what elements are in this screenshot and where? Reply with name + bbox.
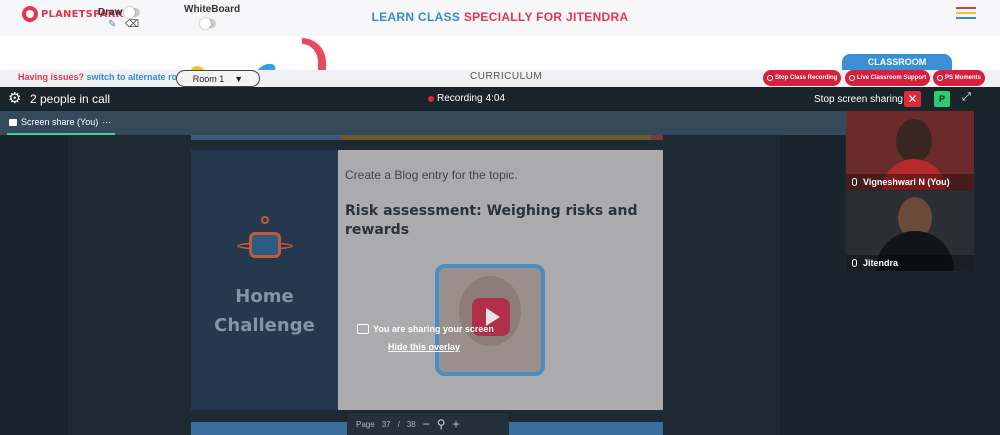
screen-share-tab[interactable]: Screen share (You) ··· [7, 111, 115, 135]
participant-video [896, 119, 932, 163]
decorative-banner: CLASSROOM [0, 36, 1000, 70]
participant-tile[interactable]: Vigneshwari N (You) [846, 111, 974, 190]
page-label: Page [356, 419, 375, 429]
screen-share-icon [357, 324, 369, 334]
slide-top-strip [191, 135, 663, 140]
stop-class-recording-button[interactable]: Stop Class Recording [763, 70, 842, 86]
zoom-out-button[interactable]: − [423, 417, 430, 431]
room-value: Room 1 [192, 73, 225, 84]
microphone-icon [852, 178, 857, 186]
page-controls: Page 37 / 38 − ⚲ + [347, 413, 509, 435]
fullscreen-icon[interactable]: ⤢ [962, 91, 971, 104]
curriculum-tab[interactable]: CURRICULUM [470, 71, 542, 82]
participants-panel-empty [845, 271, 1000, 435]
microphone-icon [852, 259, 857, 267]
zoom-icon[interactable]: ⚲ [437, 417, 446, 431]
slide-right-panel: Create a Blog entry for the topic. Risk … [338, 150, 663, 410]
page-current[interactable]: 37 [382, 420, 391, 429]
page-total: 38 [406, 419, 416, 429]
issues-text: Having issues? [18, 72, 85, 82]
participant-tile[interactable]: Jitendra [846, 191, 974, 271]
hamburger-menu-icon[interactable] [956, 7, 976, 22]
recording-dot-icon [428, 95, 434, 102]
video-thumbnail[interactable] [435, 264, 545, 376]
ps-moments-label: PS Moments [945, 75, 982, 81]
red-arc [302, 38, 326, 70]
classroom-tab[interactable]: CLASSROOM [842, 54, 952, 70]
room-select[interactable]: Room 1 ▼ [176, 70, 260, 87]
zoom-in-button[interactable]: + [453, 417, 460, 431]
recording-indicator: Recording 4:04 [428, 93, 505, 104]
call-toolbar: ⚙ 2 people in call Recording 4:04 Stop s… [0, 87, 1000, 111]
challenge-title: Challenge [214, 315, 315, 336]
sharing-overlay-message: You are sharing your screen [357, 324, 494, 334]
support-icon [849, 75, 855, 81]
robot-icon [237, 214, 293, 274]
title-part-1: LEARN CLASS [371, 10, 461, 24]
stop-sharing-close-button[interactable]: ✕ [904, 91, 921, 107]
shared-screen-stage: Home Challenge Create a Blog entry for t… [0, 135, 845, 435]
live-support-button[interactable]: Live Classroom Support [845, 70, 931, 86]
issues-message: Having issues? switch to alternate room [18, 72, 191, 82]
page-separator: / [397, 419, 400, 429]
screen-share-tab-label: Screen share (You) [21, 117, 99, 127]
participant-name: Jitendra [863, 258, 899, 268]
switch-room-link[interactable]: switch to alternate room [87, 72, 191, 82]
recording-label: Recording [437, 93, 483, 104]
title-part-2: SPECIALLY FOR JITENDRA [463, 10, 629, 24]
blog-prompt: Create a Blog entry for the topic. [345, 168, 518, 182]
home-title: Home [235, 286, 294, 307]
people-count[interactable]: 2 people in call [30, 92, 110, 106]
settings-gear-icon[interactable]: ⚙ [8, 91, 21, 106]
top-header: PLANETSPARK Draw ✎ ⌫ WhiteBoard LEARN CL… [0, 0, 1000, 36]
recording-time: 4:04 [485, 93, 506, 104]
record-icon [767, 75, 773, 81]
participant-namebar: Vigneshwari N (You) [846, 174, 974, 190]
user-avatar[interactable]: P [934, 91, 950, 107]
presentation-slide: Home Challenge Create a Blog entry for t… [191, 150, 663, 410]
sidebar-gap [974, 111, 1000, 271]
screen-share-icon [9, 118, 17, 126]
camera-icon [937, 75, 943, 81]
slide-left-panel: Home Challenge [191, 150, 338, 410]
participant-namebar: Jitendra [846, 255, 974, 271]
more-options-icon[interactable]: ··· [102, 117, 111, 127]
hide-overlay-link[interactable]: Hide this overlay [388, 342, 460, 352]
video-call-area: ⚙ 2 people in call Recording 4:04 Stop s… [0, 87, 1000, 435]
blog-topic: Risk assessment: Weighing risks and rewa… [345, 203, 638, 238]
sharing-message-text: You are sharing your screen [373, 324, 494, 334]
info-strip: Having issues? switch to alternate room … [0, 70, 1000, 87]
live-support-label: Live Classroom Support [857, 75, 927, 81]
dropdown-arrow-icon: ▼ [234, 73, 244, 84]
participant-name: Vigneshwari N (You) [863, 177, 950, 187]
stop-recording-label: Stop Class Recording [775, 75, 838, 81]
ps-moments-button[interactable]: PS Moments [933, 70, 986, 86]
page-title: LEARN CLASS SPECIALLY FOR JITENDRA [0, 10, 1000, 24]
stop-screen-sharing-label[interactable]: Stop screen sharing [814, 94, 903, 105]
